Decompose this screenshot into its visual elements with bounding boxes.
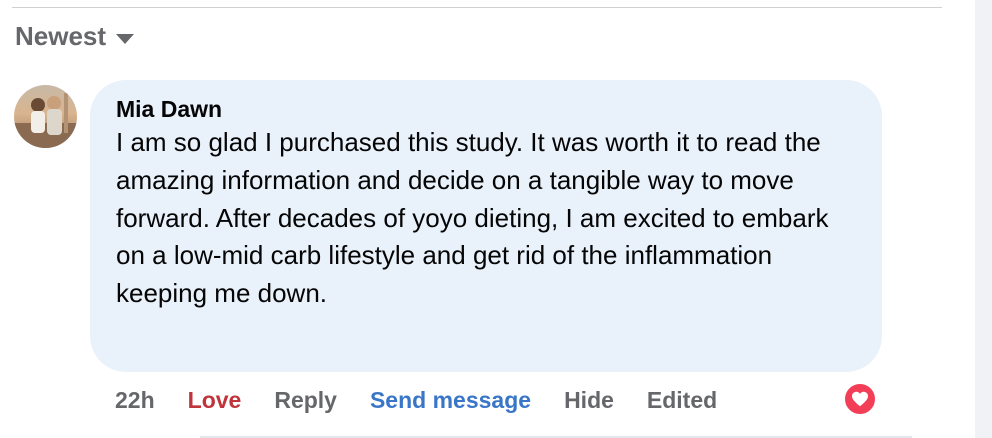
- divider: [12, 7, 942, 8]
- reaction-badge[interactable]: [843, 382, 877, 416]
- heart-icon: [852, 391, 868, 407]
- hide-button[interactable]: Hide: [564, 387, 614, 414]
- comment-actions: 22h Love Reply Send message Hide Edited: [115, 384, 750, 416]
- avatar[interactable]: [14, 85, 77, 148]
- comment-section: Newest Mia Dawn I am so glad I purchased…: [0, 0, 992, 438]
- comment-author[interactable]: Mia Dawn: [116, 94, 856, 124]
- comment-text: I am so glad I purchased this study. It …: [116, 127, 829, 309]
- caret-down-icon: [116, 34, 135, 44]
- edited-label[interactable]: Edited: [647, 387, 717, 414]
- scroll-gutter: [975, 0, 992, 438]
- love-reaction-button[interactable]: Love: [188, 387, 242, 414]
- comment-timestamp[interactable]: 22h: [115, 387, 155, 414]
- sort-dropdown[interactable]: Newest: [15, 20, 135, 52]
- avatar-photo: [14, 85, 77, 148]
- send-message-button[interactable]: Send message: [370, 387, 531, 414]
- comment-bubble: Mia Dawn I am so glad I purchased this s…: [90, 80, 882, 372]
- reply-button[interactable]: Reply: [274, 387, 337, 414]
- sort-label: Newest: [15, 20, 107, 51]
